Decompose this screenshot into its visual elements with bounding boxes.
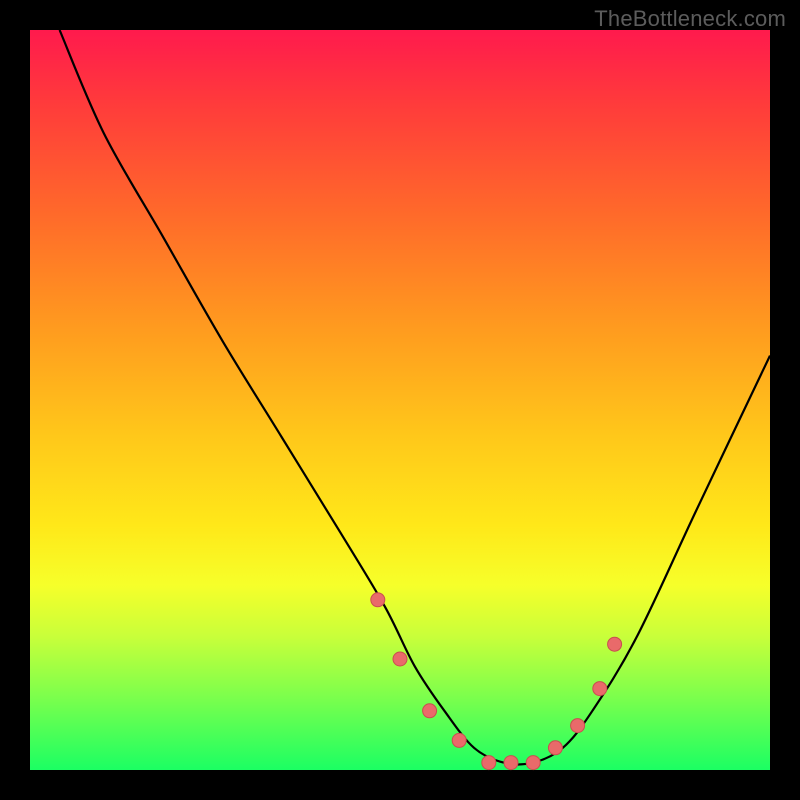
highlight-dot (571, 719, 585, 733)
plot-area (30, 30, 770, 770)
highlight-dot (482, 756, 496, 770)
highlight-dot (548, 741, 562, 755)
highlight-dot (526, 756, 540, 770)
chart-frame: TheBottleneck.com (0, 0, 800, 800)
highlight-dot (423, 704, 437, 718)
highlight-dot (371, 593, 385, 607)
highlight-dot (393, 652, 407, 666)
bottleneck-curve (60, 30, 770, 764)
highlight-dot (608, 637, 622, 651)
highlight-dot (452, 733, 466, 747)
highlight-dots (371, 593, 622, 770)
watermark-text: TheBottleneck.com (594, 6, 786, 32)
highlight-dot (593, 682, 607, 696)
highlight-dot (504, 756, 518, 770)
curve-layer (30, 30, 770, 770)
